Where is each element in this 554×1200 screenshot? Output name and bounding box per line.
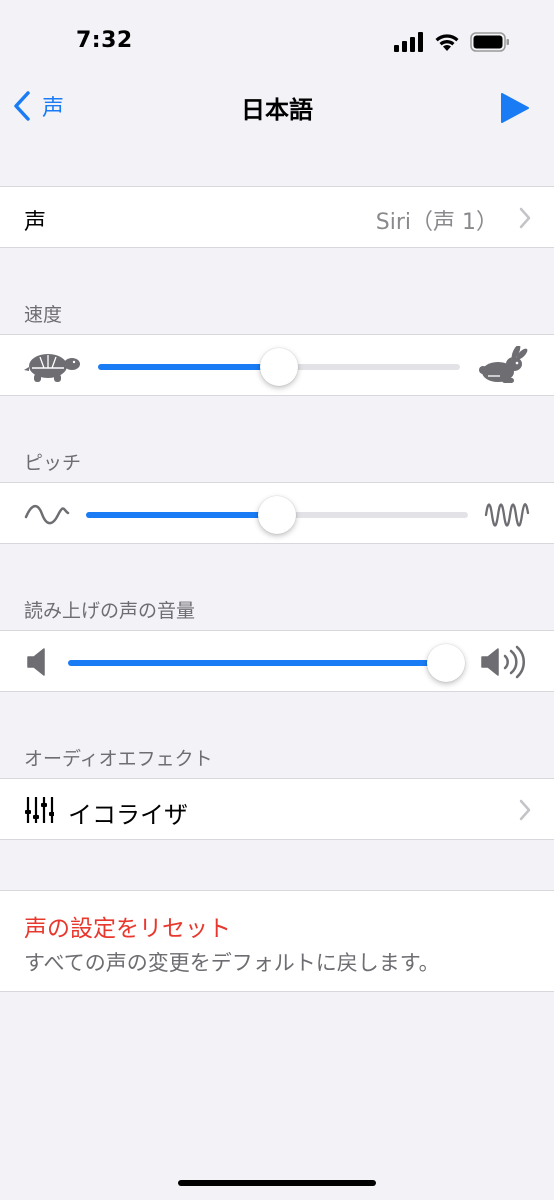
status-bar: 7:32 xyxy=(0,0,554,80)
navigation-bar: 声 日本語 xyxy=(0,80,554,132)
speaker-low-icon xyxy=(27,648,45,676)
low-pitch-wave-icon xyxy=(24,504,70,525)
pitch-section-header: ピッチ xyxy=(24,452,82,474)
volume-slider[interactable] xyxy=(68,644,465,682)
chevron-right-icon xyxy=(519,207,531,229)
equalizer-row[interactable]: イコライザ xyxy=(0,778,554,840)
speed-slider-fill xyxy=(98,364,279,370)
volume-slider-fill xyxy=(68,660,446,666)
speed-slider-row xyxy=(0,334,554,396)
status-time: 7:32 xyxy=(76,28,133,53)
speed-slider-thumb[interactable] xyxy=(260,348,298,386)
reset-voice-settings-row[interactable]: 声の設定をリセット すべての声の変更をデフォルトに戻します。 xyxy=(0,890,554,992)
equalizer-sliders-icon xyxy=(25,797,54,823)
audio-effects-section-header: オーディオエフェクト xyxy=(24,748,213,770)
rabbit-icon xyxy=(479,346,528,383)
pitch-slider-fill xyxy=(86,512,277,518)
volume-slider-thumb[interactable] xyxy=(427,644,465,682)
reset-title: 声の設定をリセット xyxy=(24,916,231,942)
wifi-icon xyxy=(435,34,459,51)
reset-description: すべての声の変更をデフォルトに戻します。 xyxy=(24,951,440,975)
equalizer-label: イコライザ xyxy=(68,801,188,829)
pitch-slider[interactable] xyxy=(86,496,468,534)
speed-section-header: 速度 xyxy=(24,304,63,326)
play-button[interactable] xyxy=(498,92,530,124)
voice-row[interactable]: 声 Siri（声 1） xyxy=(0,186,554,248)
turtle-icon xyxy=(24,354,80,382)
volume-slider-row xyxy=(0,630,554,692)
home-indicator xyxy=(178,1180,376,1186)
speed-slider[interactable] xyxy=(98,348,460,386)
chevron-right-icon xyxy=(519,799,531,821)
volume-section-header: 読み上げの声の音量 xyxy=(24,600,196,622)
speaker-high-icon xyxy=(481,645,526,679)
cellular-signal-icon xyxy=(394,32,423,52)
high-pitch-wave-icon xyxy=(484,503,530,527)
pitch-slider-thumb[interactable] xyxy=(258,496,296,534)
page-title: 日本語 xyxy=(241,96,313,124)
voice-row-value: Siri（声 1） xyxy=(375,210,498,235)
pitch-slider-row xyxy=(0,482,554,544)
voice-row-label: 声 xyxy=(24,210,47,235)
battery-icon xyxy=(470,32,509,52)
status-icons xyxy=(394,30,510,54)
